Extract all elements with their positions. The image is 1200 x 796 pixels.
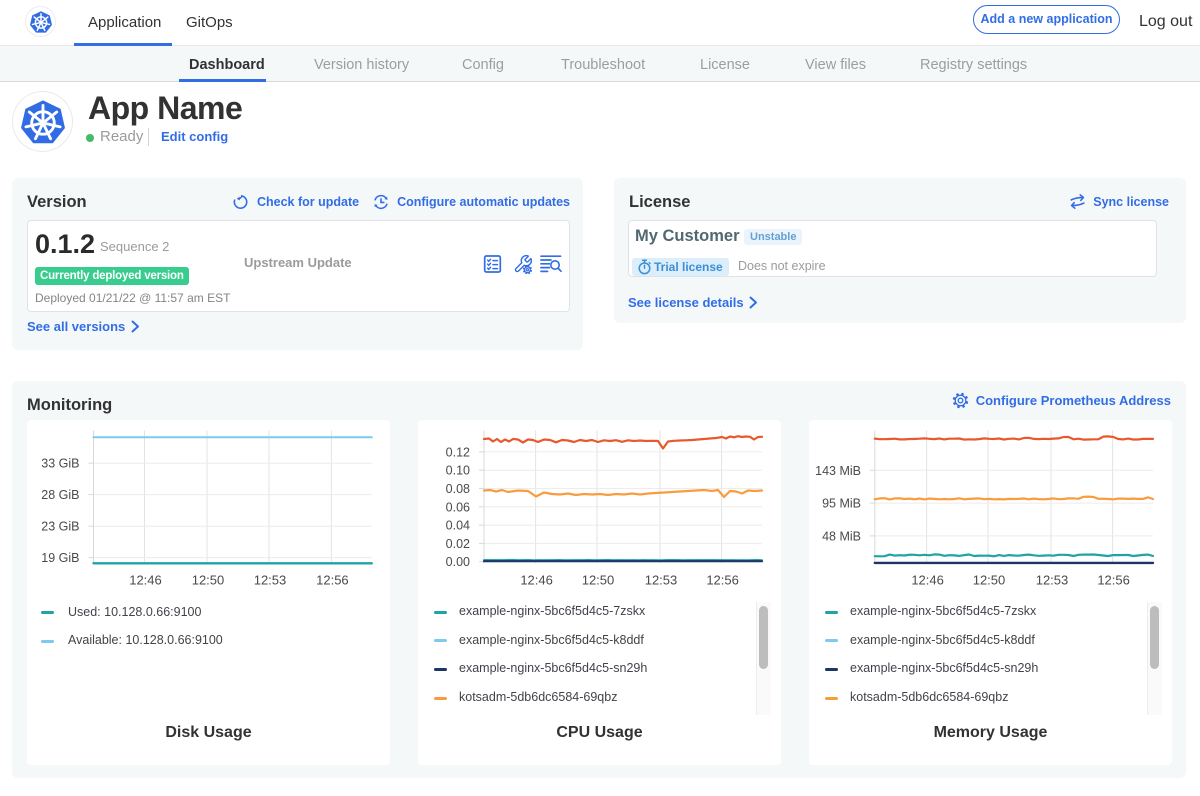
svg-text:0.12: 0.12 [446,445,470,459]
svg-text:0.06: 0.06 [446,500,470,514]
svg-text:143 MiB: 143 MiB [815,464,861,478]
svg-text:12:46: 12:46 [129,573,162,588]
svg-text:0.02: 0.02 [446,537,470,551]
svg-text:12:50: 12:50 [582,573,615,588]
svg-text:12:46: 12:46 [911,573,944,588]
svg-text:48 MiB: 48 MiB [822,529,861,543]
svg-text:12:46: 12:46 [520,573,553,588]
svg-text:33 GiB: 33 GiB [41,457,79,471]
svg-text:12:50: 12:50 [973,573,1006,588]
svg-text:0.10: 0.10 [446,464,470,478]
svg-text:12:53: 12:53 [254,573,287,588]
svg-text:0.04: 0.04 [446,519,470,533]
svg-text:12:56: 12:56 [316,573,349,588]
svg-text:12:56: 12:56 [1097,573,1130,588]
svg-text:19 GiB: 19 GiB [41,551,79,565]
svg-text:12:50: 12:50 [192,573,225,588]
svg-text:12:53: 12:53 [645,573,678,588]
svg-text:0.08: 0.08 [446,482,470,496]
svg-text:12:56: 12:56 [706,573,739,588]
svg-text:12:53: 12:53 [1036,573,1069,588]
svg-text:0.00: 0.00 [446,555,470,569]
svg-text:95 MiB: 95 MiB [822,497,861,511]
svg-text:23 GiB: 23 GiB [41,520,79,534]
svg-text:28 GiB: 28 GiB [41,488,79,502]
